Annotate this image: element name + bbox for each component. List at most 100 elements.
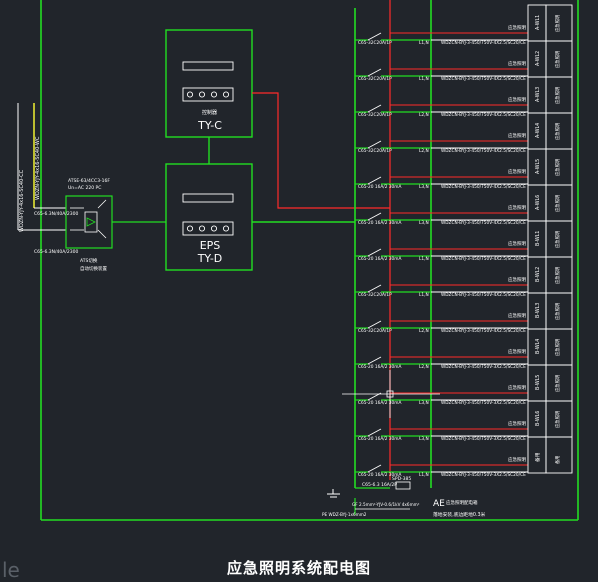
circuit-desc: 应急照明 xyxy=(554,339,561,356)
circuit-breaker-label: C65-32C20A/1P xyxy=(358,292,392,298)
bottom-line-a: GF 2.5mm²-YJV-0.6/1kV 4x6mm² xyxy=(352,502,420,507)
circuit-cable-label: WDZCN-BYJ-3-450/750V-4X2.5/SC20/CE xyxy=(441,112,526,118)
controller-unit: 控制器 TY-C xyxy=(165,29,253,138)
ae-title: AE xyxy=(433,499,445,509)
circuit-load-label: 应急照明 xyxy=(508,420,526,427)
ae-note-2: 落地安装,底边距地0.3米 xyxy=(433,511,486,518)
circuit-phase-label: L2,N xyxy=(419,112,429,118)
circuit-row: C65-32C20A/1P L2,N WDZCN-BYJ-3-450/750V-4X… xyxy=(355,76,573,118)
circuit-breaker-label: C65-20 16A/2 30mA xyxy=(358,364,401,370)
circuit-phase-label: L1,N xyxy=(419,292,429,298)
controller-label: TY-C xyxy=(197,119,222,132)
circuit-tag: 备用 xyxy=(534,452,541,462)
circuit-phase-label: L1,N xyxy=(419,256,429,262)
circuit-tag: A-WL6 xyxy=(535,195,541,210)
ats-switch: ATSE-63/4CC3-16F Un=AC 220 PC C65-6.3N/4… xyxy=(34,178,166,272)
circuit-desc: 应急照明 xyxy=(554,267,561,284)
circuit-desc: 应急照明 xyxy=(554,195,561,212)
circuit-breaker-label: C65-32C20A/1P xyxy=(358,328,392,334)
circuit-tag: A-WL2 xyxy=(535,51,541,66)
ats-breaker-top: C65-6.3N/40A/2300 xyxy=(34,211,78,217)
crosshair-cursor-icon xyxy=(342,370,440,418)
circuit-row: C65-32C20A/1P L1,N WDZCN-BYJ-3-450/750V-4X… xyxy=(355,4,573,46)
circuit-desc: 应急照明 xyxy=(554,15,561,32)
circuit-cable-label: WDZCN-BYJ-3-450/750V-3X2.5/SC20/CE xyxy=(441,472,526,478)
circuit-cable-label: WDZCN-BYJ-3-450/750V-4X2.5/SC20/CE xyxy=(441,256,526,262)
diagram-caption: 应急照明系统配电图 xyxy=(226,559,371,577)
circuit-cable-label: WDZCN-BYJ-3-450/750V-4X2.5/SC20/CE xyxy=(441,148,526,154)
circuit-tag: B-WL2 xyxy=(535,267,541,282)
circuit-phase-label: L3,N xyxy=(419,436,429,442)
circuit-breaker-label: C65-32C20A/1P xyxy=(358,40,392,46)
circuit-breaker-label: C65-20 16A/2 30mA xyxy=(358,256,401,262)
circuit-tag: A-WL1 xyxy=(535,15,541,30)
circuit-desc: 应急照明 xyxy=(554,123,561,140)
circuit-desc: 应急照明 xyxy=(554,375,561,392)
circuit-phase-label: L2,N xyxy=(419,364,429,370)
circuit-row: C65-32C20A/1P L2,N WDZCN-BYJ-3-450/750V-4X… xyxy=(355,112,573,154)
circuit-cable-label: WDZCN-BYJ-3-450/750V-4X2.5/SC20/CE xyxy=(441,184,526,190)
eps-sub: EPS xyxy=(200,239,221,252)
circuit-load-label: 应急照明 xyxy=(508,312,526,319)
circuit-phase-label: L3,N xyxy=(419,220,429,226)
bottom-spd: SPD-385 xyxy=(392,476,411,482)
eps-label: TY-D xyxy=(197,252,223,265)
circuit-cable-label: WDZCN-BYJ-3-450/750V-4X2.5/SC20/CE xyxy=(441,328,526,334)
circuit-tag: B-WL5 xyxy=(535,375,541,390)
circuit-load-label: 应急照明 xyxy=(508,348,526,355)
circuit-breaker-label: C65-20 16A/2 30mA xyxy=(358,436,401,442)
eps-unit: EPS TY-D xyxy=(165,163,253,271)
ats-foot-b: 自动切换装置 xyxy=(80,265,107,272)
bottom-line-b: PE WDZ-BYJ-1x6mm2 xyxy=(322,512,367,517)
circuit-load-label: 应急照明 xyxy=(508,204,526,211)
ats-spec: ATSE-63/4CC3-16F xyxy=(68,178,110,184)
circuit-row: C65-20 16A/2 30mA L2,N WDZCN-BYJ-3-450/750… xyxy=(355,328,573,370)
circuit-load-label: 应急照明 xyxy=(508,96,526,103)
distribution-buses xyxy=(354,0,432,488)
circuit-phase-label: L3,N xyxy=(419,184,429,190)
circuit-desc: 应急照明 xyxy=(554,411,561,428)
bottom-breaker: C65-6.3 16A/2P xyxy=(362,482,397,488)
controller-sub: 控制器 xyxy=(202,109,217,116)
circuit-breaker-label: C65-20 16A/2 30mA xyxy=(358,220,401,226)
circuit-cable-label: WDZCN-BYJ-3-450/750V-3X2.5/SC20/CE xyxy=(441,364,526,370)
circuit-breaker-label: C65-32C20A/1P xyxy=(358,76,392,82)
circuit-row: C65-32C20A/1P L1,N WDZCN-BYJ-3-450/750V-4X… xyxy=(355,40,573,82)
circuit-row: C65-20 16A/2 30mA L1,N WDZCN-BYJ-3-450/750… xyxy=(355,436,573,478)
circuit-cable-label: WDZCN-BYJ-3-450/750V-3X2.5/SC20/CE xyxy=(441,436,526,442)
circuit-desc: 应急照明 xyxy=(554,159,561,176)
circuit-load-label: 应急照明 xyxy=(508,384,526,391)
circuit-phase-label: L2,N xyxy=(419,148,429,154)
ae-note-1: 应急照明配电箱 xyxy=(446,499,478,506)
circuit-phase-label: L1,N xyxy=(419,472,429,478)
circuit-phase-label: L1,N xyxy=(419,76,429,82)
circuit-cable-label: WDZCN-BYJ-3-450/750V-3X2.5/SC20/CE xyxy=(441,400,526,406)
circuit-row: C65-20 16A/2 30mA L3,N WDZCN-BYJ-3-450/750… xyxy=(355,184,573,226)
circuit-load-label: 应急照明 xyxy=(508,240,526,247)
circuit-breaker-label: C65-20 16A/2 30mA xyxy=(358,184,401,190)
circuit-row: C65-32C20A/1P L2,N WDZCN-BYJ-3-450/750V-4X… xyxy=(355,292,573,334)
circuit-breaker-label: C65-32C20A/1P xyxy=(358,112,392,118)
circuit-row: C65-32C20A/1P L1,N WDZCN-BYJ-3-450/750V-4X… xyxy=(355,256,573,298)
corner-fragment: le xyxy=(2,558,20,582)
circuit-cable-label: WDZCN-BYJ-3-450/750V-4X2.5/SC20/CE xyxy=(441,40,526,46)
circuit-desc: 应急照明 xyxy=(554,51,561,68)
circuit-breaker-label: C65-20 16A/2 30mA xyxy=(358,400,401,406)
ats-foot-a: ATS切换 xyxy=(80,257,98,264)
circuit-load-label: 应急照明 xyxy=(508,168,526,175)
bottom-section: C65-6.3 16A/2P SPD-385 GF 2.5mm²-YJV-0.6… xyxy=(322,476,486,518)
circuit-row: C65-20 16A/2 30mA L1,N WDZCN-BYJ-3-450/750… xyxy=(355,220,573,262)
circuit-tag: B-WL6 xyxy=(535,411,541,426)
circuit-tag: B-WL3 xyxy=(535,303,541,318)
circuit-load-label: 应急照明 xyxy=(508,456,526,463)
circuit-tag: B-WL4 xyxy=(535,339,541,354)
incoming-label-2: WDZN-YJY-4x16-SC40-WC xyxy=(35,136,41,200)
circuit-phase-label: L2,N xyxy=(419,328,429,334)
circuit-phase-label: L3,N xyxy=(419,400,429,406)
control-lines xyxy=(252,0,391,480)
circuit-tag: A-WL4 xyxy=(535,123,541,138)
circuit-breaker-label: C65-32C20A/1P xyxy=(358,148,392,154)
circuit-row: C65-20 16A/2 30mA L3,N WDZCN-BYJ-3-450/750… xyxy=(355,400,573,442)
circuit-desc: 应急照明 xyxy=(554,303,561,320)
circuit-desc: 备用 xyxy=(554,455,561,464)
